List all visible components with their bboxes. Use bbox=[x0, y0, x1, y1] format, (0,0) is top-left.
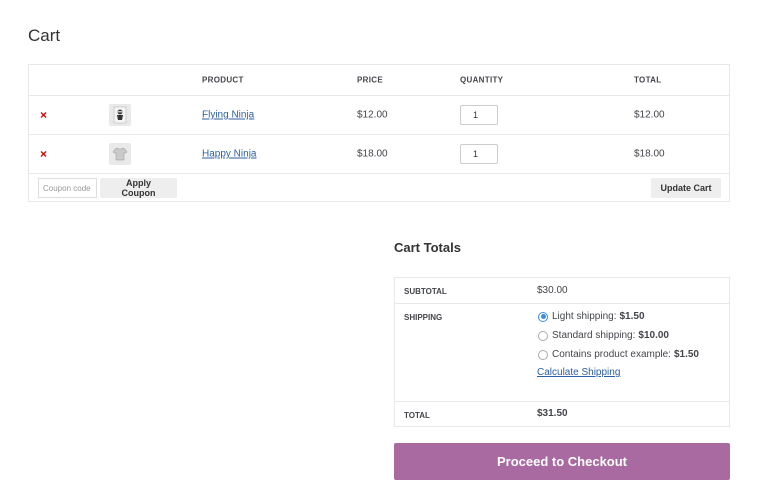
shipping-option-price: $1.50 bbox=[673, 349, 699, 360]
product-total: $18.00 bbox=[634, 148, 665, 160]
remove-icon[interactable]: × bbox=[40, 109, 47, 121]
shipping-option-standard[interactable]: Standard shipping: $10.00 bbox=[538, 330, 669, 341]
total-label: TOTAL bbox=[404, 411, 430, 420]
cart-table: PRODUCT PRICE QUANTITY TOTAL × Flying Ni… bbox=[28, 64, 730, 202]
shipping-option-label: Contains product example: bbox=[552, 349, 671, 360]
header-quantity: QUANTITY bbox=[460, 75, 504, 85]
product-total: $12.00 bbox=[634, 109, 665, 121]
shipping-option-label: Standard shipping: bbox=[552, 330, 636, 341]
radio-selected-icon[interactable] bbox=[538, 311, 548, 322]
calculate-shipping-link[interactable]: Calculate Shipping bbox=[537, 367, 620, 378]
subtotal-label: SUBTOTAL bbox=[404, 287, 447, 296]
product-link-flying-ninja[interactable]: Flying Ninja bbox=[202, 110, 254, 121]
header-total: TOTAL bbox=[634, 75, 662, 85]
total-value: $31.50 bbox=[537, 408, 568, 419]
header-product: PRODUCT bbox=[202, 75, 244, 85]
shipping-option-light[interactable]: Light shipping: $1.50 bbox=[538, 311, 645, 322]
ninja-poster-icon[interactable] bbox=[109, 104, 131, 126]
quantity-input[interactable] bbox=[460, 144, 498, 164]
cart-actions: Apply Coupon Update Cart bbox=[29, 174, 729, 202]
quantity-input[interactable] bbox=[460, 105, 498, 125]
quantity-cell bbox=[460, 105, 498, 125]
proceed-to-checkout-button[interactable]: Proceed to Checkout bbox=[394, 443, 730, 480]
quantity-cell bbox=[460, 144, 498, 164]
product-price: $18.00 bbox=[357, 148, 388, 160]
radio-unselected-icon[interactable] bbox=[538, 330, 548, 341]
cart-table-header: PRODUCT PRICE QUANTITY TOTAL bbox=[29, 65, 729, 96]
shipping-option-label: Light shipping: bbox=[552, 311, 617, 322]
product-link-happy-ninja[interactable]: Happy Ninja bbox=[202, 149, 256, 160]
update-cart-button[interactable]: Update Cart bbox=[651, 178, 721, 198]
shipping-option-product-example[interactable]: Contains product example: $1.50 bbox=[538, 349, 699, 360]
coupon-code-input[interactable] bbox=[38, 178, 97, 198]
shipping-row: SHIPPING Light shipping: $1.50 Standard … bbox=[395, 304, 729, 402]
product-price: $12.00 bbox=[357, 109, 388, 121]
apply-coupon-button[interactable]: Apply Coupon bbox=[100, 178, 177, 198]
shipping-option-price: $1.50 bbox=[619, 311, 645, 322]
tshirt-icon[interactable] bbox=[109, 143, 131, 165]
cart-totals-title: Cart Totals bbox=[394, 240, 461, 255]
subtotal-value: $30.00 bbox=[537, 285, 568, 296]
remove-icon[interactable]: × bbox=[40, 148, 47, 160]
total-row: TOTAL $31.50 bbox=[395, 402, 729, 427]
radio-unselected-icon[interactable] bbox=[538, 349, 548, 360]
header-price: PRICE bbox=[357, 75, 383, 85]
cart-totals-table: SUBTOTAL $30.00 SHIPPING Light shipping:… bbox=[394, 277, 730, 427]
table-row: × Happy Ninja $18.00 $18.00 bbox=[29, 135, 729, 174]
table-row: × Flying Ninja $12.00 $12.00 bbox=[29, 96, 729, 135]
subtotal-row: SUBTOTAL $30.00 bbox=[395, 278, 729, 304]
shipping-option-price: $10.00 bbox=[638, 330, 669, 341]
page-title: Cart bbox=[28, 26, 61, 45]
shipping-label: SHIPPING bbox=[404, 313, 443, 322]
